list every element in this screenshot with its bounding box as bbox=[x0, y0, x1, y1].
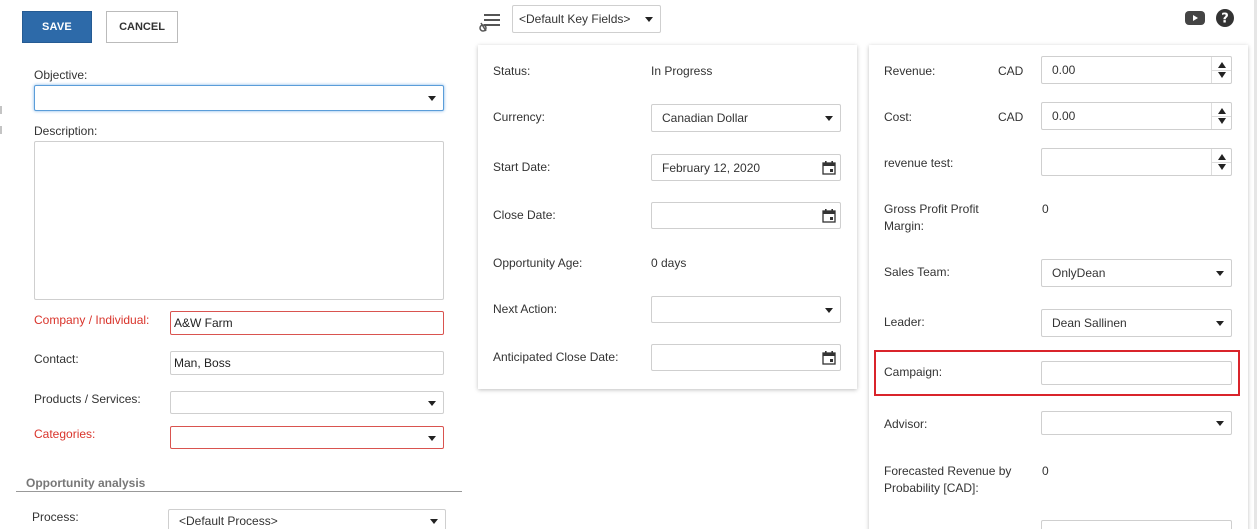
leader-select[interactable]: Dean Sallinen bbox=[1041, 309, 1232, 337]
partial-field[interactable] bbox=[1041, 520, 1232, 529]
objective-select[interactable] bbox=[34, 85, 444, 111]
status-label: Status: bbox=[493, 64, 531, 78]
chevron-down-icon bbox=[825, 307, 833, 313]
number-spinner[interactable] bbox=[1211, 103, 1231, 129]
revenue-input-value: 0.00 bbox=[1052, 63, 1076, 77]
forecast-label-line2: Probability [CAD]: bbox=[884, 481, 979, 495]
edge-marker bbox=[0, 104, 2, 136]
cost-input[interactable]: 0.00 bbox=[1041, 102, 1232, 130]
chevron-down-icon bbox=[430, 519, 438, 524]
sales-team-label: Sales Team: bbox=[884, 265, 950, 279]
process-select-value: <Default Process> bbox=[179, 514, 278, 528]
calendar-icon[interactable] bbox=[818, 155, 840, 180]
next-action-label: Next Action: bbox=[493, 302, 558, 316]
calendar-icon[interactable] bbox=[818, 203, 840, 228]
section-divider bbox=[16, 491, 462, 492]
process-select[interactable]: <Default Process> bbox=[168, 509, 446, 529]
gross-profit-label-line2: Margin: bbox=[884, 219, 925, 233]
contact-input-value: Man, Boss bbox=[174, 356, 231, 370]
description-label: Description: bbox=[34, 124, 98, 138]
company-label: Company / Individual: bbox=[34, 313, 150, 327]
campaign-input[interactable] bbox=[1041, 361, 1232, 385]
revenue-currency: CAD bbox=[998, 64, 1024, 78]
sales-team-value: OnlyDean bbox=[1052, 266, 1106, 280]
revenue-test-input[interactable] bbox=[1041, 148, 1232, 176]
products-select[interactable] bbox=[170, 391, 444, 414]
close-date-label: Close Date: bbox=[493, 208, 556, 222]
anticipated-close-label: Anticipated Close Date: bbox=[493, 350, 619, 364]
gross-profit-label-line1: Gross Profit Profit bbox=[884, 202, 979, 216]
chevron-down-icon bbox=[1216, 321, 1224, 326]
leader-label: Leader: bbox=[884, 315, 925, 329]
description-textarea[interactable] bbox=[34, 141, 444, 300]
forecast-value: 0 bbox=[1042, 464, 1049, 478]
key-fields-select-value: <Default Key Fields> bbox=[519, 12, 631, 26]
currency-select[interactable]: Canadian Dollar bbox=[651, 104, 841, 132]
number-spinner[interactable] bbox=[1211, 57, 1231, 83]
chevron-down-icon bbox=[1216, 271, 1224, 276]
cancel-button[interactable]: CANCEL bbox=[106, 11, 178, 43]
revenue-label: Revenue: bbox=[884, 64, 936, 78]
company-input-value: A&W Farm bbox=[174, 316, 233, 330]
currency-select-value: Canadian Dollar bbox=[662, 111, 749, 125]
revenue-test-label: revenue test: bbox=[884, 156, 954, 170]
section-title: Opportunity analysis bbox=[26, 476, 146, 490]
start-date-label: Start Date: bbox=[493, 160, 551, 174]
youtube-icon[interactable] bbox=[1185, 10, 1205, 26]
status-value: In Progress bbox=[651, 64, 713, 78]
calendar-icon[interactable] bbox=[818, 345, 840, 370]
start-date-input[interactable]: February 12, 2020 bbox=[651, 154, 841, 181]
chevron-down-icon bbox=[1216, 421, 1224, 426]
chevron-down-icon bbox=[825, 116, 833, 121]
key-fields-select[interactable]: <Default Key Fields> bbox=[512, 5, 661, 33]
chevron-down-icon bbox=[428, 400, 436, 406]
opportunity-age-label: Opportunity Age: bbox=[493, 256, 583, 270]
categories-label: Categories: bbox=[34, 427, 96, 441]
opportunity-age-value: 0 days bbox=[651, 256, 687, 270]
contact-input[interactable]: Man, Boss bbox=[170, 351, 444, 375]
advisor-select[interactable] bbox=[1041, 411, 1232, 435]
objective-label: Objective: bbox=[34, 68, 88, 82]
cost-currency: CAD bbox=[998, 110, 1024, 124]
revenue-input[interactable]: 0.00 bbox=[1041, 56, 1232, 84]
cost-input-value: 0.00 bbox=[1052, 109, 1076, 123]
svg-text:?: ? bbox=[1221, 12, 1229, 27]
advisor-label: Advisor: bbox=[884, 417, 928, 431]
number-spinner[interactable] bbox=[1211, 149, 1231, 175]
contact-label: Contact: bbox=[34, 352, 79, 366]
forecast-label-line1: Forecasted Revenue by bbox=[884, 464, 1012, 478]
layout-settings-icon[interactable] bbox=[478, 10, 504, 34]
campaign-label: Campaign: bbox=[884, 365, 943, 379]
save-button[interactable]: SAVE bbox=[22, 11, 92, 43]
categories-select[interactable] bbox=[170, 426, 444, 449]
products-label: Products / Services: bbox=[34, 392, 141, 406]
leader-value: Dean Sallinen bbox=[1052, 316, 1127, 330]
company-input[interactable]: A&W Farm bbox=[170, 311, 444, 335]
close-date-input[interactable] bbox=[651, 202, 841, 229]
chevron-down-icon bbox=[428, 96, 436, 101]
chevron-down-icon bbox=[645, 17, 653, 22]
process-label: Process: bbox=[32, 510, 79, 524]
next-action-select[interactable] bbox=[651, 296, 841, 323]
sales-team-select[interactable]: OnlyDean bbox=[1041, 259, 1232, 287]
chevron-down-icon bbox=[428, 435, 436, 441]
start-date-value: February 12, 2020 bbox=[662, 160, 761, 175]
cost-label: Cost: bbox=[884, 110, 913, 124]
currency-label: Currency: bbox=[493, 110, 546, 124]
anticipated-close-input[interactable] bbox=[651, 344, 841, 371]
gross-profit-value: 0 bbox=[1042, 202, 1049, 216]
help-icon[interactable]: ? bbox=[1216, 9, 1234, 27]
